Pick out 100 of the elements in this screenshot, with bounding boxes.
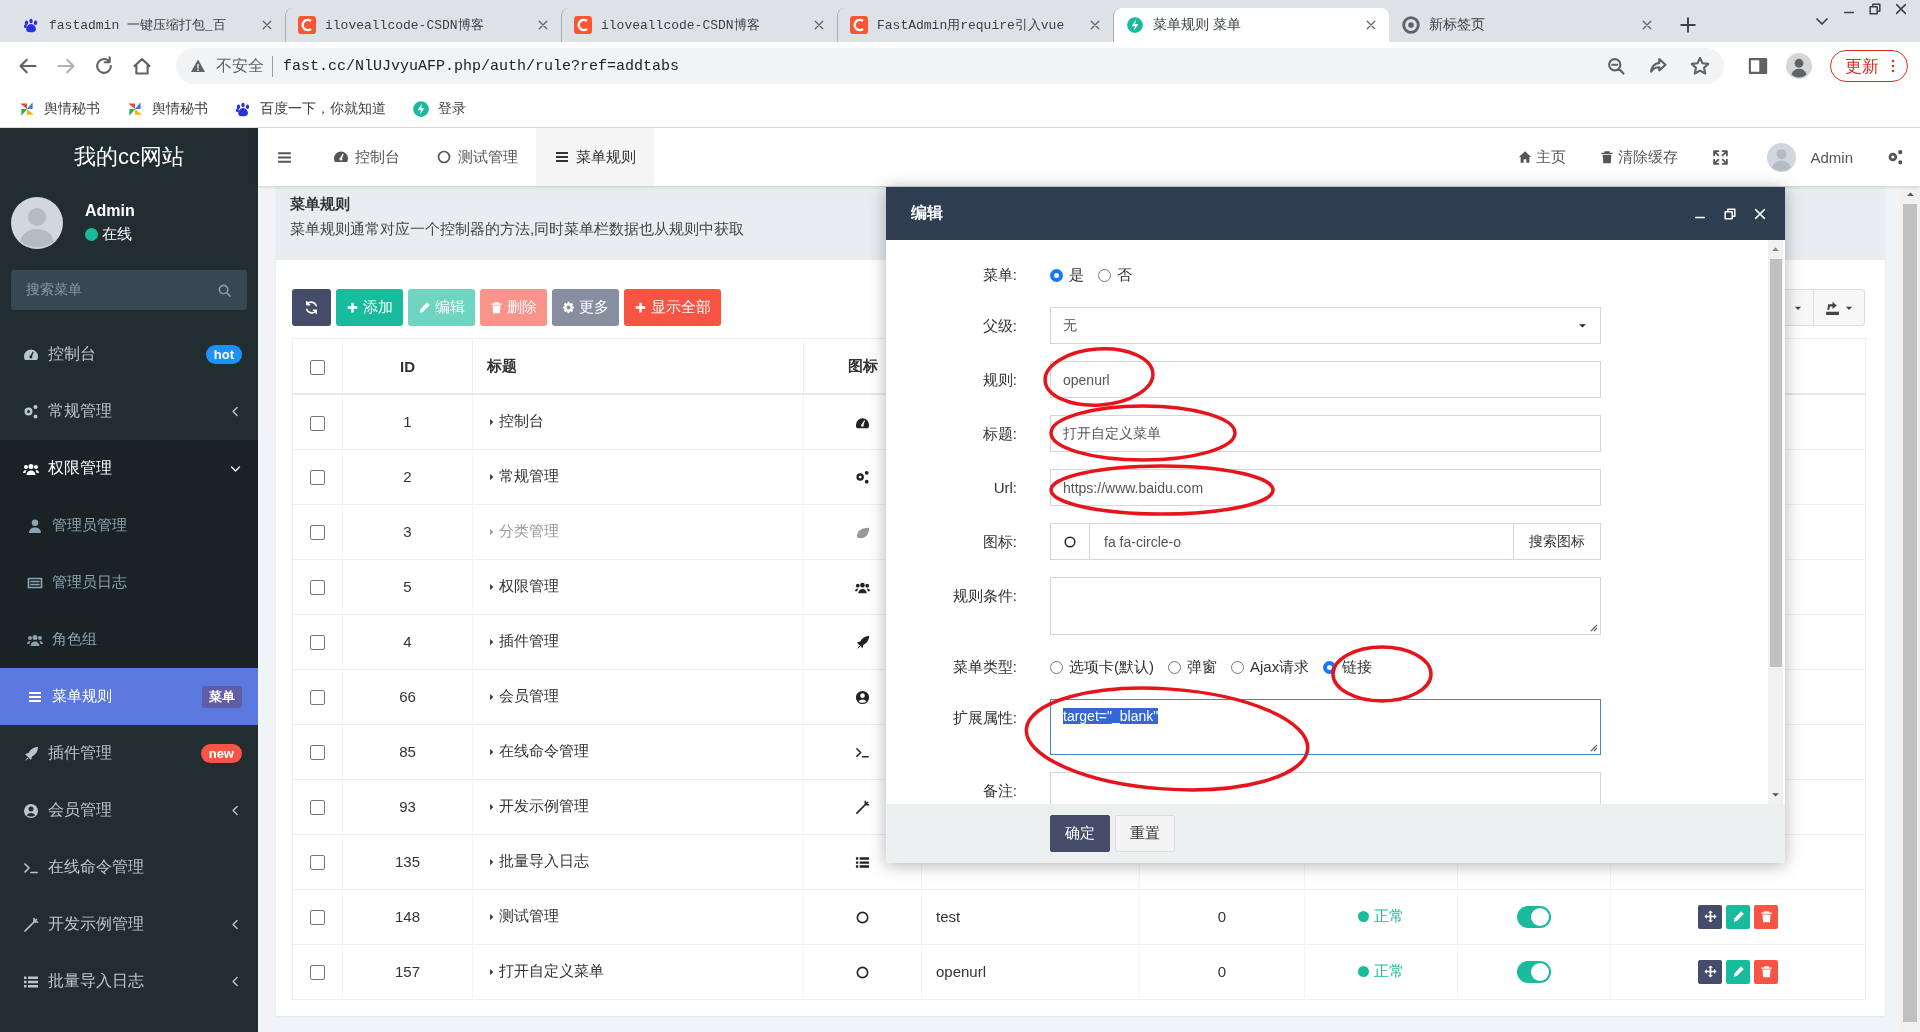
dashboard-icon	[333, 149, 349, 165]
close-icon[interactable]	[813, 19, 825, 31]
sidebar-item[interactable]: 常规管理	[0, 383, 258, 440]
drag-button[interactable]	[1698, 904, 1722, 929]
close-icon[interactable]	[1894, 2, 1908, 16]
textarea-field[interactable]: target="_blank"	[1050, 699, 1601, 755]
close-icon[interactable]	[1753, 206, 1767, 221]
reset-button[interactable]: 重置	[1115, 815, 1175, 852]
resize-grip-icon[interactable]	[1588, 742, 1598, 752]
scrollbar[interactable]	[1768, 240, 1783, 804]
bookmark[interactable]: 登录	[412, 99, 466, 118]
nav-link[interactable]: 清除缓存	[1600, 147, 1679, 167]
close-icon[interactable]	[537, 19, 549, 31]
nav-tab[interactable]: 控制台	[315, 128, 418, 186]
fullscreen-icon[interactable]	[1712, 148, 1730, 166]
input-field[interactable]: fa fa-circle-o	[1090, 523, 1514, 560]
sidebar-item[interactable]: 在线命令管理	[0, 839, 258, 896]
confirm-button[interactable]: 确定	[1050, 815, 1110, 852]
close-icon[interactable]	[1089, 19, 1101, 31]
checkbox[interactable]	[310, 690, 325, 706]
sidebar-item[interactable]: 权限管理	[0, 440, 258, 497]
close-icon[interactable]	[1365, 19, 1377, 31]
gears-icon[interactable]	[1887, 148, 1904, 166]
field-label: 父级:	[981, 316, 1017, 336]
sidebar-item[interactable]: 控制台 hot	[0, 326, 258, 383]
bookmark[interactable]: 百度一下，你就知道	[234, 99, 386, 118]
radio-option[interactable]: 选项卡(默认)	[1050, 657, 1154, 677]
browser-tab[interactable]: 新标签页	[1389, 8, 1665, 42]
row-title: 常规管理	[499, 467, 559, 486]
checkbox[interactable]	[310, 965, 325, 981]
refresh-button[interactable]	[292, 289, 331, 326]
bookmark[interactable]: 舆情秘书	[126, 99, 208, 118]
checkbox[interactable]	[310, 745, 325, 761]
nav-tab[interactable]: 菜单规则	[536, 128, 654, 186]
paw-icon	[22, 16, 40, 34]
nav-link[interactable]: 主页	[1518, 147, 1567, 167]
star-icon[interactable]	[1690, 56, 1710, 76]
sidebar-item[interactable]: 管理员管理	[0, 497, 258, 554]
input-field[interactable]: https://www.baidu.com	[1050, 469, 1601, 506]
radio-option[interactable]: 是	[1050, 265, 1084, 285]
scrollbar[interactable]	[1900, 186, 1920, 1032]
side-panel-icon[interactable]	[1748, 56, 1768, 76]
sidebar-item[interactable]: 批量导入日志	[0, 953, 258, 1010]
resize-grip-icon[interactable]	[1588, 622, 1598, 632]
column-header[interactable]: ID	[342, 338, 473, 394]
input-field[interactable]: openurl	[1050, 361, 1601, 398]
nav-tab[interactable]: 测试管理	[418, 128, 536, 186]
search-icon-button[interactable]: 搜索图标	[1514, 523, 1601, 560]
user-menu[interactable]: Admin	[1767, 142, 1853, 172]
close-icon[interactable]	[261, 19, 273, 31]
sidebar-item[interactable]: 开发示例管理	[0, 896, 258, 953]
checkbox[interactable]	[310, 910, 325, 926]
address-field[interactable]: 不安全 fast.cc/NlUJvyuAFP.php/auth/rule?ref=addtabs	[176, 48, 1724, 84]
update-button[interactable]: 更新	[1830, 50, 1908, 82]
drag-button[interactable]	[1698, 959, 1722, 984]
bookmark[interactable]: 舆情秘书	[18, 99, 100, 118]
checkbox[interactable]	[310, 635, 325, 651]
input-field[interactable]: 打开自定义菜单	[1050, 415, 1601, 452]
delete-button[interactable]	[1754, 904, 1778, 929]
restore-icon[interactable]	[1868, 2, 1882, 16]
select-field[interactable]: 无	[1050, 307, 1601, 344]
zoom-icon[interactable]	[1606, 56, 1626, 76]
reload-icon[interactable]	[94, 56, 114, 76]
checkbox[interactable]	[310, 800, 325, 816]
checkbox[interactable]	[310, 359, 325, 375]
checkbox[interactable]	[310, 855, 325, 871]
gears-icon	[23, 403, 39, 420]
radio-button[interactable]	[1323, 660, 1337, 674]
new-tab-icon[interactable]	[1679, 16, 1697, 34]
textarea-field[interactable]	[1050, 577, 1601, 635]
sidebar-item[interactable]: 角色组	[0, 611, 258, 668]
radio-option[interactable]: 否	[1098, 265, 1132, 285]
sidebar-item[interactable]: 会员管理	[0, 782, 258, 839]
field-label: 备注:	[981, 781, 1017, 801]
browser-tab[interactable]: fastadmin 一键压缩打包_百	[10, 8, 285, 42]
export-button[interactable]	[1814, 289, 1865, 326]
checkbox[interactable]	[310, 415, 325, 431]
back-icon[interactable]	[18, 56, 38, 76]
radio-option[interactable]: 弹窗	[1168, 657, 1217, 677]
toggle-switch[interactable]	[1517, 960, 1551, 983]
browser-tab[interactable]: 菜单规则 菜单	[1113, 8, 1389, 42]
search-icon[interactable]	[217, 282, 232, 298]
radio-button[interactable]	[1050, 268, 1063, 282]
sidebar-item[interactable]: 插件管理 new	[0, 725, 258, 782]
delete-button[interactable]	[1754, 959, 1778, 984]
sidebar-item[interactable]: 菜单规则 菜单	[0, 668, 258, 725]
column-header[interactable]: 标题	[472, 338, 804, 394]
checkbox[interactable]	[310, 470, 325, 486]
checkbox[interactable]	[310, 580, 325, 596]
radio-option[interactable]: Ajax请求	[1231, 657, 1310, 677]
profile-icon[interactable]	[1786, 53, 1812, 79]
share-icon[interactable]	[1648, 56, 1668, 76]
sidebar-item[interactable]: 管理员日志	[0, 554, 258, 611]
checkbox[interactable]	[310, 525, 325, 541]
toggle-switch[interactable]	[1517, 905, 1551, 928]
close-icon[interactable]	[1641, 19, 1653, 31]
pencil-icon	[1731, 910, 1745, 923]
home-icon[interactable]	[132, 56, 152, 76]
table-cell: 5	[342, 559, 473, 614]
radio-option[interactable]: 链接	[1323, 657, 1373, 677]
